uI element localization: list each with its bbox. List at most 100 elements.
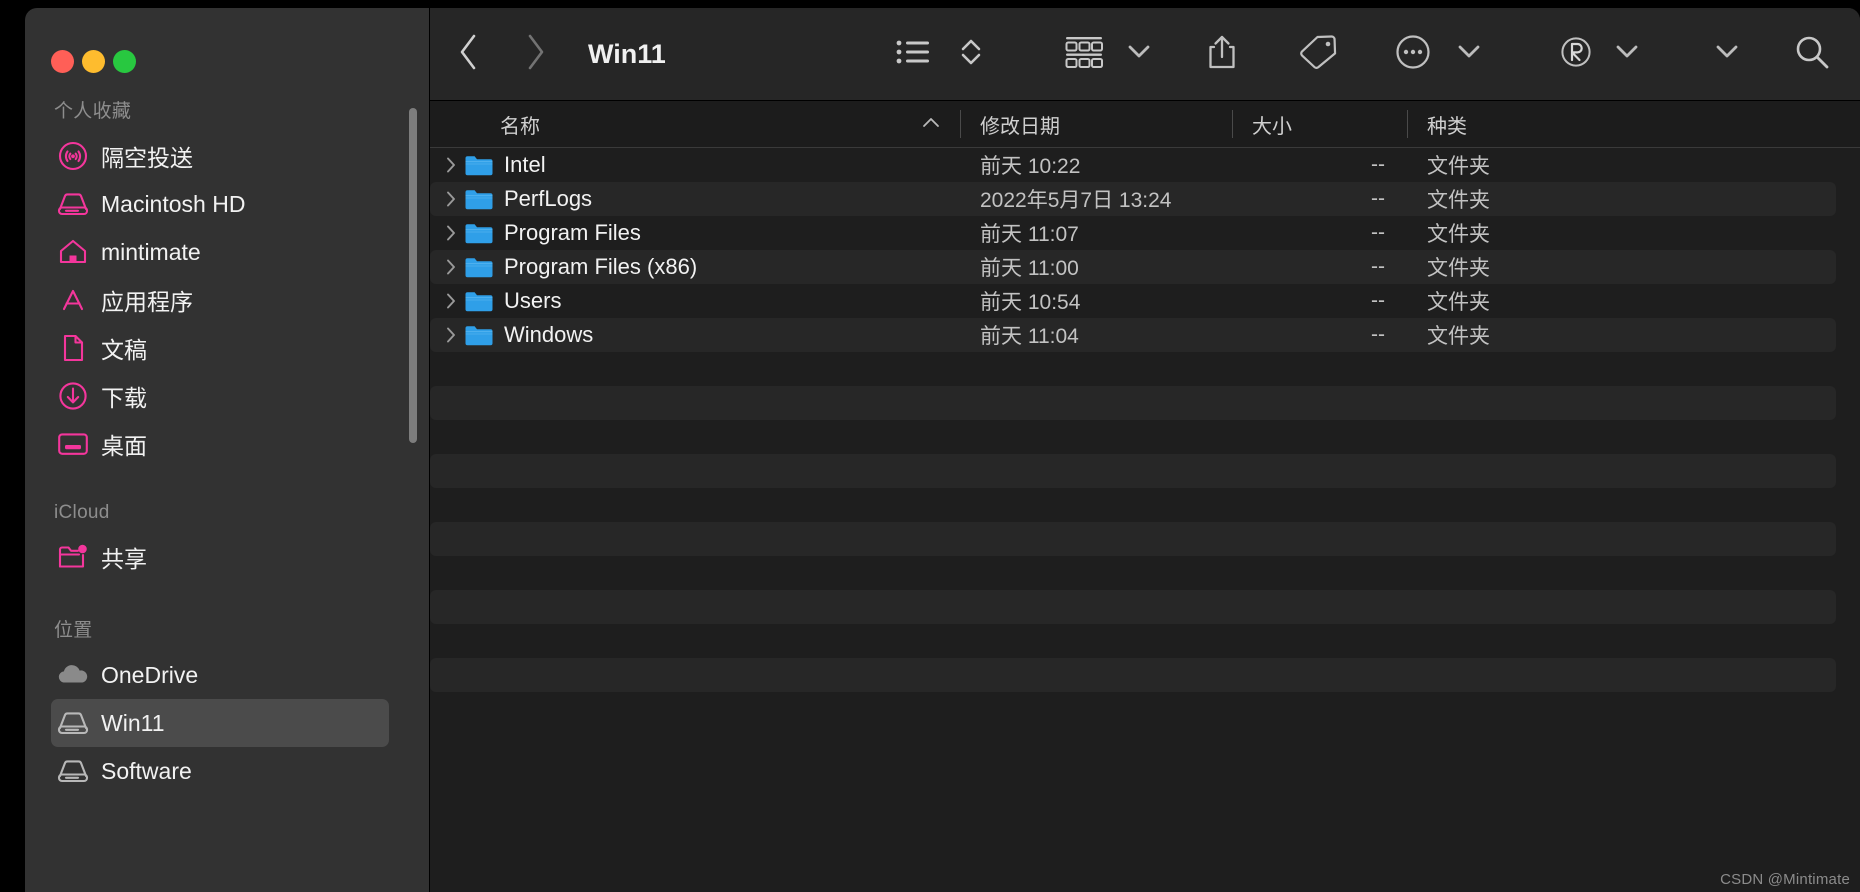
table-row[interactable]: Users 前天 10:54 -- 文件夹 bbox=[430, 284, 1836, 318]
cell-kind: 文件夹 bbox=[1427, 223, 1490, 246]
extra-chevron[interactable] bbox=[1712, 24, 1742, 84]
chevron-left-icon bbox=[457, 33, 479, 76]
sidebar-item-label: Macintosh HD bbox=[101, 190, 246, 217]
column-divider[interactable] bbox=[1232, 110, 1233, 138]
ellipsis-circle-icon bbox=[1395, 34, 1431, 75]
table-row[interactable]: Program Files (x86) 前天 11:00 -- 文件夹 bbox=[430, 250, 1836, 284]
empty-row[interactable] bbox=[430, 488, 1836, 522]
empty-row[interactable] bbox=[430, 624, 1836, 658]
sidebar-scrollbar[interactable] bbox=[409, 108, 417, 443]
sidebar-item-[interactable]: 应用程序 bbox=[51, 276, 389, 324]
file-list[interactable]: Intel 前天 10:22 -- 文件夹 PerfLogs 2022年5月7日 13:2… bbox=[430, 148, 1860, 892]
cell-size: -- bbox=[1371, 187, 1385, 210]
sidebar-item-label: 应用程序 bbox=[101, 289, 193, 315]
disclosure-triangle-icon[interactable] bbox=[438, 258, 464, 276]
table-header-row: 名称 修改日期 大小 种类 bbox=[430, 100, 1860, 148]
sidebar-item-onedrive[interactable]: OneDrive bbox=[51, 651, 389, 699]
cell-size: -- bbox=[1371, 255, 1385, 278]
empty-row[interactable] bbox=[430, 658, 1836, 692]
share-button[interactable] bbox=[1194, 24, 1250, 84]
column-divider[interactable] bbox=[960, 110, 961, 138]
disclosure-triangle-icon[interactable] bbox=[438, 292, 464, 310]
desktop-icon bbox=[55, 432, 91, 456]
view-options-stepper[interactable] bbox=[954, 24, 988, 84]
share-icon bbox=[1207, 34, 1237, 75]
column-header-size[interactable]: 大小 bbox=[1232, 101, 1407, 147]
page-title: Win11 bbox=[588, 38, 666, 69]
sidebar-item-[interactable]: 下载 bbox=[51, 372, 389, 420]
disclosure-triangle-icon[interactable] bbox=[438, 156, 464, 174]
table-row[interactable]: PerfLogs 2022年5月7日 13:24 -- 文件夹 bbox=[430, 182, 1836, 216]
sidebar: 个人收藏 隔空投送 Macintosh HD mintimate 应用程序 文稿… bbox=[25, 8, 429, 892]
registered-button[interactable] bbox=[1554, 24, 1598, 84]
empty-row[interactable] bbox=[430, 352, 1836, 386]
empty-row[interactable] bbox=[430, 420, 1836, 454]
empty-row[interactable] bbox=[430, 454, 1836, 488]
file-name-label: Program Files (x86) bbox=[504, 254, 698, 279]
more-actions-chevron[interactable] bbox=[1454, 24, 1484, 84]
folder-icon bbox=[464, 289, 494, 313]
registered-chevron[interactable] bbox=[1612, 24, 1642, 84]
cell-kind: 文件夹 bbox=[1427, 325, 1490, 348]
registered-r-icon bbox=[1560, 36, 1592, 73]
watermark: CSDN @Mintimate bbox=[1720, 871, 1850, 888]
tag-button[interactable] bbox=[1290, 24, 1346, 84]
maximize-window-button[interactable] bbox=[113, 50, 136, 73]
sidebar-item-[interactable]: 共享 bbox=[51, 533, 389, 581]
harddisk-icon bbox=[55, 758, 91, 784]
cell-modified-date: 前天 11:00 bbox=[980, 257, 1079, 280]
column-header-kind[interactable]: 种类 bbox=[1407, 101, 1860, 147]
column-header-label: 修改日期 bbox=[980, 115, 1060, 138]
table-row[interactable]: Intel 前天 10:22 -- 文件夹 bbox=[430, 148, 1836, 182]
empty-row[interactable] bbox=[430, 692, 1836, 726]
minimize-window-button[interactable] bbox=[82, 50, 105, 73]
empty-row[interactable] bbox=[430, 590, 1836, 624]
list-view-icon bbox=[896, 39, 930, 70]
sidebar-item-[interactable]: 桌面 bbox=[51, 420, 389, 468]
file-name-label: Program Files bbox=[504, 220, 641, 245]
sidebar-group-title: 位置 bbox=[54, 620, 93, 641]
cell-kind: 文件夹 bbox=[1427, 257, 1490, 280]
group-by-button[interactable] bbox=[1058, 24, 1110, 84]
view-as-list-button[interactable] bbox=[886, 24, 940, 84]
cell-name: Program Files (x86) bbox=[430, 254, 960, 280]
column-header-name[interactable]: 名称 bbox=[430, 101, 960, 147]
sidebar-item-[interactable]: 文稿 bbox=[51, 324, 389, 372]
window-controls bbox=[51, 50, 136, 73]
search-button[interactable] bbox=[1782, 24, 1842, 84]
sidebar-item-[interactable]: 隔空投送 bbox=[51, 132, 389, 180]
column-header-date[interactable]: 修改日期 bbox=[960, 101, 1232, 147]
empty-row[interactable] bbox=[430, 556, 1836, 590]
table-row[interactable]: Windows 前天 11:04 -- 文件夹 bbox=[430, 318, 1836, 352]
cell-kind: 文件夹 bbox=[1427, 291, 1490, 314]
file-name-label: Windows bbox=[504, 322, 594, 347]
cell-size: -- bbox=[1371, 289, 1385, 312]
toolbar-actions bbox=[886, 24, 1860, 84]
forward-button[interactable] bbox=[510, 24, 562, 84]
sidebar-item-win11[interactable]: Win11 bbox=[51, 699, 389, 747]
column-divider[interactable] bbox=[1407, 110, 1408, 138]
more-actions-button[interactable] bbox=[1386, 24, 1440, 84]
disclosure-triangle-icon[interactable] bbox=[438, 224, 464, 242]
sidebar-list: 个人收藏 隔空投送 Macintosh HD mintimate 应用程序 文稿… bbox=[25, 96, 429, 892]
close-window-button[interactable] bbox=[51, 50, 74, 73]
sidebar-item-label: OneDrive bbox=[101, 661, 199, 688]
chevron-down-icon bbox=[1716, 45, 1738, 64]
empty-row[interactable] bbox=[430, 386, 1836, 420]
home-icon bbox=[55, 238, 91, 266]
column-header-label: 大小 bbox=[1252, 115, 1292, 138]
sidebar-item-label: 下载 bbox=[101, 385, 147, 411]
back-button[interactable] bbox=[442, 24, 494, 84]
table-row[interactable]: Program Files 前天 11:07 -- 文件夹 bbox=[430, 216, 1836, 250]
applications-icon bbox=[55, 286, 91, 314]
sidebar-item-mintimate[interactable]: mintimate bbox=[51, 228, 389, 276]
folder-icon bbox=[464, 221, 494, 245]
cell-name: Windows bbox=[430, 322, 960, 348]
sidebar-item-macintosh-hd[interactable]: Macintosh HD bbox=[51, 180, 389, 228]
empty-row[interactable] bbox=[430, 522, 1836, 556]
sidebar-item-software[interactable]: Software bbox=[51, 747, 389, 795]
disclosure-triangle-icon[interactable] bbox=[438, 326, 464, 344]
disclosure-triangle-icon[interactable] bbox=[438, 190, 464, 208]
tag-icon bbox=[1299, 34, 1337, 74]
group-by-chevron[interactable] bbox=[1124, 24, 1154, 84]
